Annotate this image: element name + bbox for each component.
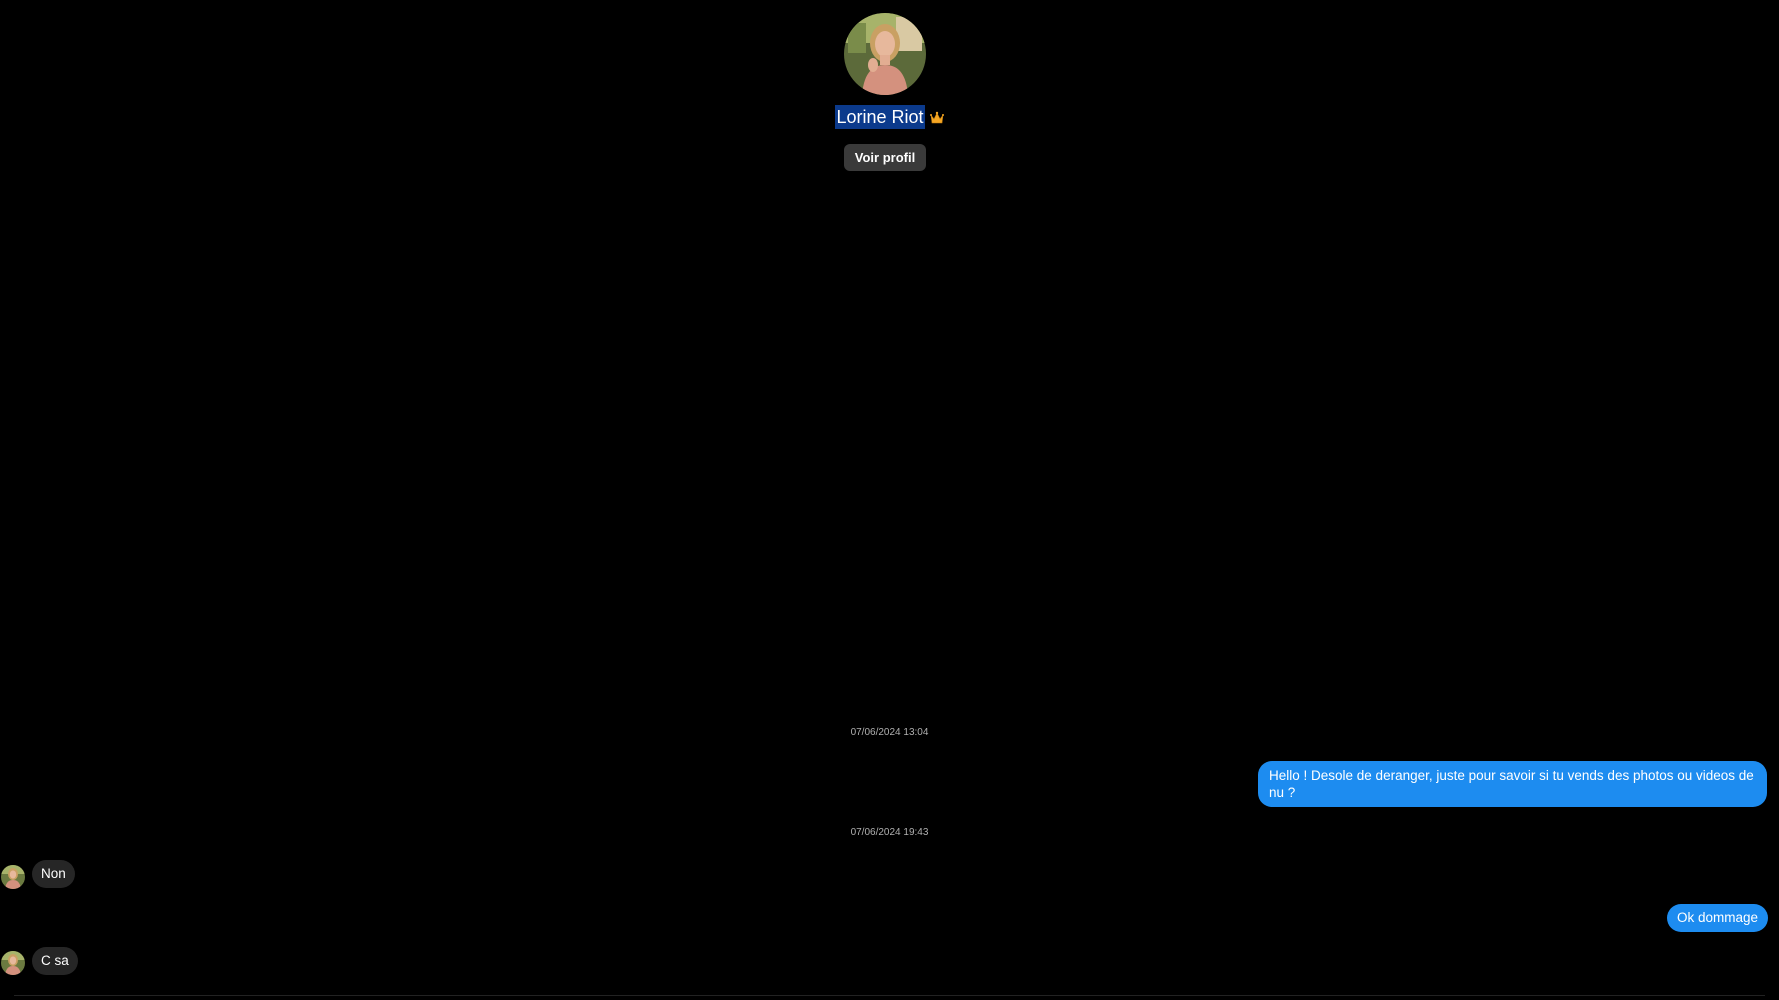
message-timestamp: 07/06/2024 19:43 [850,827,929,838]
outgoing-message[interactable]: Ok dommage [1667,904,1769,932]
contact-mini-avatar[interactable] [1,951,25,975]
conversation-header: Lorine Riot Voir profil [0,0,1779,180]
avatar-photo [844,13,926,95]
message-timestamp: 07/06/2024 13:04 [850,727,929,738]
outgoing-message[interactable]: Hello ! Desole de deranger, juste pour s… [1258,761,1767,807]
contact-name-row: Lorine Riot [0,105,1779,131]
composer-divider [14,995,1765,996]
contact-name[interactable]: Lorine Riot [835,105,925,129]
chat-window: Lorine Riot Voir profil 07/06/2024 13:04… [0,0,1779,1000]
contact-mini-avatar[interactable] [1,865,25,889]
contact-avatar[interactable] [844,13,926,95]
view-profile-button[interactable]: Voir profil [844,144,926,171]
avatar-photo [1,951,25,975]
crown-icon [929,111,944,125]
avatar-photo [1,865,25,889]
incoming-message[interactable]: Non [32,860,75,888]
incoming-message[interactable]: C sa [32,947,78,975]
